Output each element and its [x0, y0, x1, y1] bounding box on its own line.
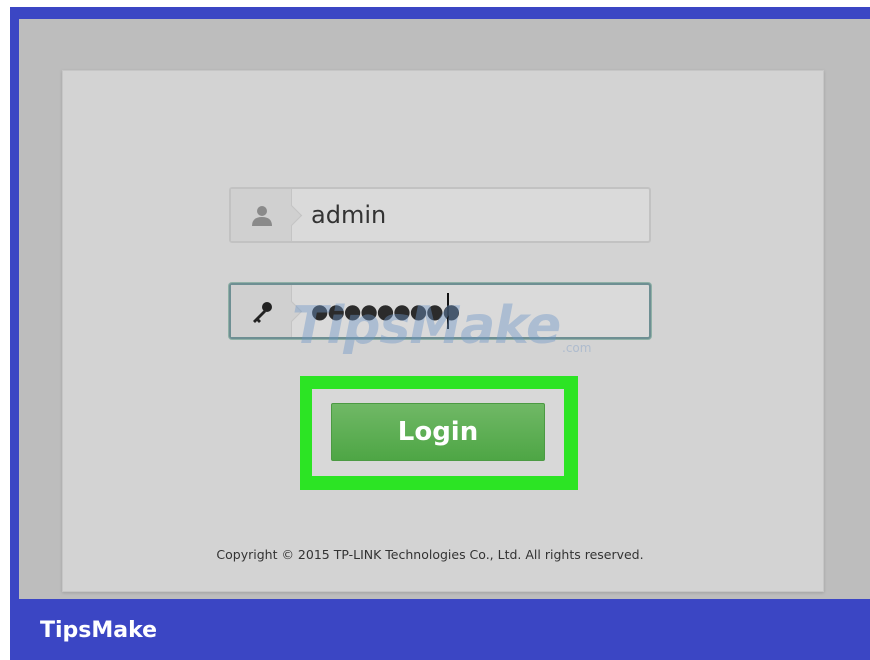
key-icon [253, 302, 272, 323]
user-icon [252, 206, 272, 226]
text-caret [447, 293, 449, 329]
password-value: ●●●●●●●●● [311, 299, 460, 323]
watermark-suffix: .com [562, 341, 592, 355]
login-button[interactable]: Login [331, 403, 545, 461]
password-icon-cell [231, 285, 303, 337]
icon-cell-notch [280, 204, 303, 227]
password-field[interactable]: ●●●●●●●●● [229, 283, 651, 339]
copyright-text: Copyright © 2015 TP-LINK Technologies Co… [216, 547, 644, 562]
username-value: admin [311, 201, 387, 229]
icon-cell-notch [280, 300, 303, 323]
username-field[interactable]: admin [229, 187, 651, 243]
username-icon-cell [231, 189, 303, 241]
brand-label: TipsMake [40, 618, 158, 643]
